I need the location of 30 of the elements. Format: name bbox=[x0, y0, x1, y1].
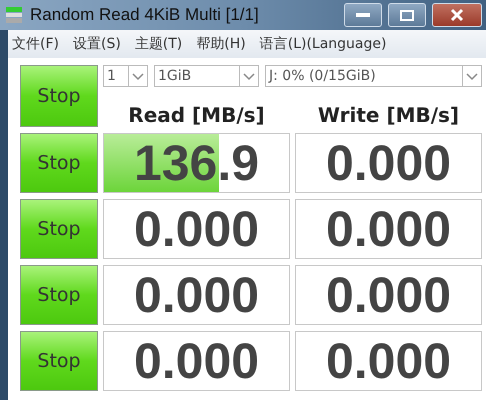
maximize-button[interactable] bbox=[388, 3, 426, 27]
close-icon bbox=[450, 8, 464, 22]
dropdown[interactable]: J: 0% (0/15GiB) bbox=[265, 65, 482, 87]
result-value: 0.000 bbox=[326, 332, 452, 390]
dropdown[interactable]: 1 bbox=[103, 65, 148, 87]
close-button[interactable] bbox=[432, 3, 482, 27]
menu-item[interactable]: 帮助(H) bbox=[196, 35, 246, 53]
stop-button[interactable]: Stop bbox=[20, 199, 98, 259]
menu-item[interactable]: 设置(S) bbox=[72, 35, 121, 53]
minimize-button[interactable] bbox=[344, 3, 382, 27]
stop-button[interactable]: Stop bbox=[20, 331, 98, 391]
window-title: Random Read 4KiB Multi [1/1] bbox=[30, 5, 260, 25]
menu-item[interactable]: 文件(F) bbox=[12, 35, 59, 53]
column-heading: Write [MB/s] bbox=[316, 103, 460, 127]
stop-button[interactable]: Stop bbox=[20, 65, 98, 127]
menu-item[interactable]: 主题(T) bbox=[134, 35, 182, 53]
result-value: 0.000 bbox=[326, 200, 452, 258]
maximize-icon bbox=[400, 10, 414, 20]
app-icon bbox=[4, 5, 24, 25]
stop-button[interactable]: Stop bbox=[20, 133, 98, 193]
column-heading: Read [MB/s] bbox=[127, 103, 266, 127]
result-value: 0.000 bbox=[326, 266, 452, 324]
minimize-icon bbox=[356, 13, 370, 17]
menu-item[interactable]: 语言(L)(Language) bbox=[260, 35, 386, 53]
stop-button[interactable]: Stop bbox=[20, 265, 98, 325]
result-value: 0.000 bbox=[134, 332, 260, 390]
result-value: 0.000 bbox=[326, 134, 452, 192]
dropdown[interactable]: 1GiB bbox=[154, 65, 259, 87]
result-value: 0.000 bbox=[134, 266, 260, 324]
result-value: 0.000 bbox=[134, 200, 260, 258]
